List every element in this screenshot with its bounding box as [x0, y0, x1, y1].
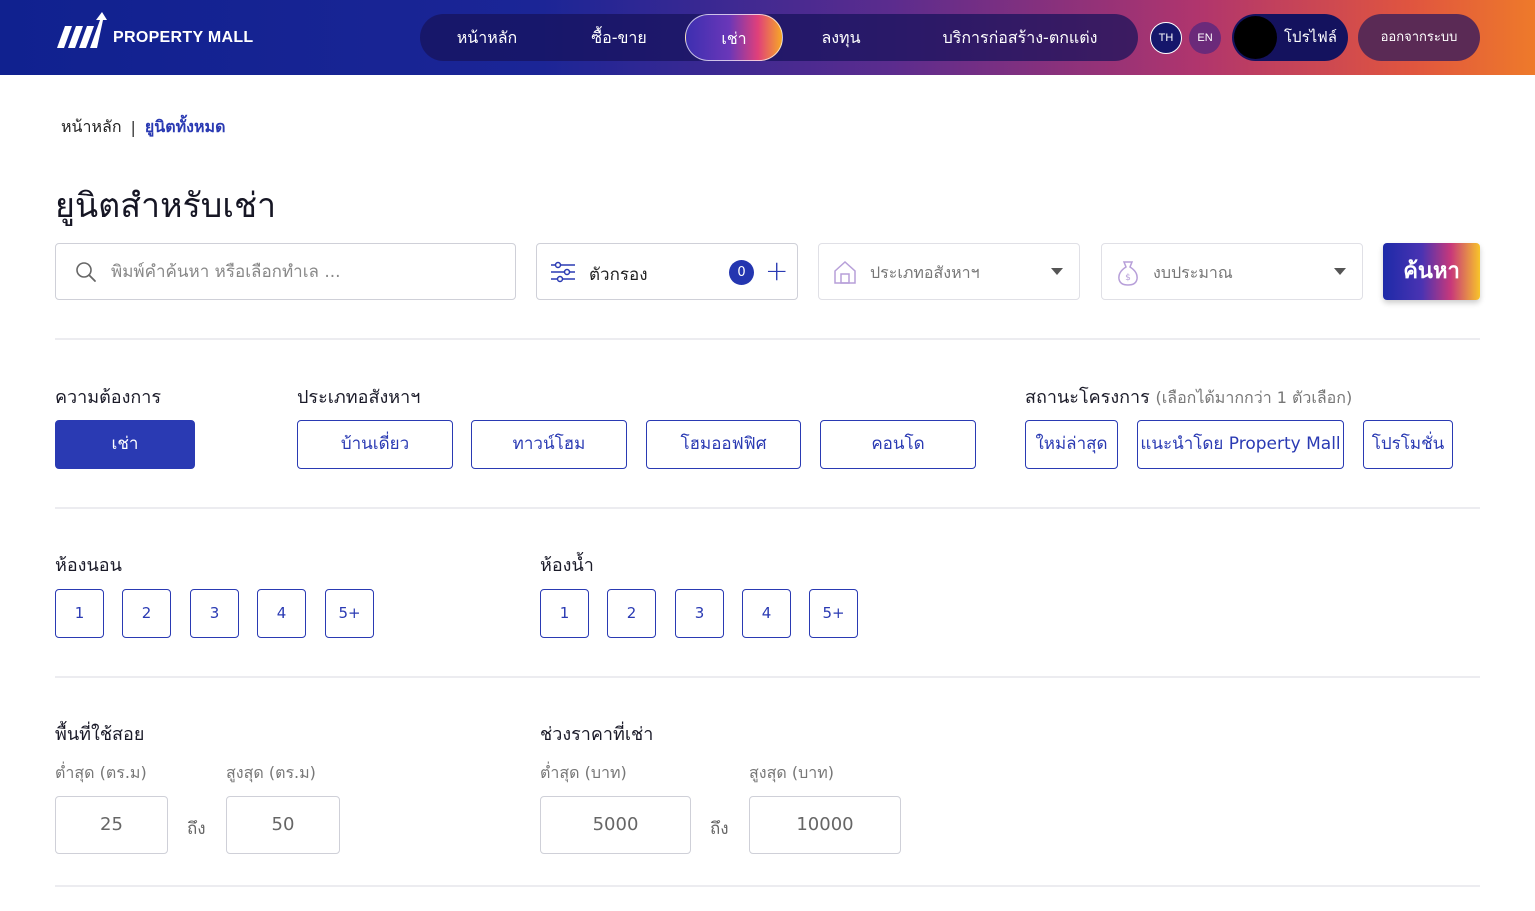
profile-label: โปรไฟล์: [1284, 28, 1337, 46]
chevron-down-icon: [1334, 268, 1346, 275]
house-icon: [834, 260, 856, 284]
breadcrumb: หน้าหลัก | ยูนิตทั้งหมด: [61, 115, 225, 140]
nav-rent[interactable]: เช่า: [685, 14, 783, 61]
bedroom-option[interactable]: 5+: [325, 589, 374, 638]
property-type-label: ประเภทอสังหาฯ: [297, 387, 421, 408]
bedroom-option[interactable]: 2: [122, 589, 171, 638]
plus-icon[interactable]: +: [765, 254, 788, 288]
breadcrumb-home[interactable]: หน้าหลัก: [61, 115, 122, 140]
price-label: ช่วงราคาที่เช่า: [540, 724, 654, 745]
bathroom-option[interactable]: 3: [675, 589, 724, 638]
project-status-note: (เลือกได้มากกว่า 1 ตัวเลือก): [1155, 388, 1353, 407]
bathroom-option[interactable]: 4: [742, 589, 791, 638]
money-bag-icon: $: [1118, 261, 1138, 286]
project-status-option[interactable]: แนะนำโดย Property Mall: [1137, 420, 1344, 469]
bathroom-option[interactable]: 2: [607, 589, 656, 638]
project-status-label: สถานะโครงการ (เลือกได้มากกว่า 1 ตัวเลือก…: [1025, 382, 1352, 411]
budget-placeholder: งบประมาณ: [1153, 263, 1233, 282]
logo-text: PROPERTY MALL: [113, 29, 254, 46]
logout-button[interactable]: ออกจากระบบ: [1358, 14, 1480, 61]
search-box: [55, 243, 516, 300]
breadcrumb-current: ยูนิตทั้งหมด: [144, 117, 226, 136]
divider: [55, 676, 1480, 678]
search-button[interactable]: ค้นหา: [1383, 243, 1480, 300]
filter-count-badge: 0: [729, 260, 754, 285]
bedroom-option[interactable]: 4: [257, 589, 306, 638]
budget-select[interactable]: $ งบประมาณ: [1101, 243, 1363, 300]
area-to-label: ถึง: [187, 819, 206, 839]
search-input[interactable]: [111, 244, 501, 299]
search-icon: [76, 262, 96, 282]
logo[interactable]: PROPERTY MALL: [55, 12, 254, 52]
area-max-input[interactable]: 50: [226, 796, 340, 854]
price-max-label: สูงสุด (บาท): [749, 763, 834, 782]
nav-buy-sell[interactable]: ซื้อ-ขาย: [580, 14, 658, 61]
avatar: [1234, 16, 1277, 59]
property-type-option[interactable]: บ้านเดี่ยว: [297, 420, 453, 469]
bathrooms-label: ห้องน้ำ: [540, 555, 594, 576]
divider: [55, 338, 1480, 340]
svg-text:$: $: [1125, 273, 1131, 283]
filter-button[interactable]: ตัวกรอง 0 +: [536, 243, 798, 300]
property-type-option[interactable]: คอนโด: [820, 420, 976, 469]
divider: [55, 885, 1480, 887]
price-min-label: ต่ำสุด (บาท): [540, 763, 627, 782]
area-max-label: สูงสุด (ตร.ม): [226, 763, 316, 782]
bedroom-option[interactable]: 3: [190, 589, 239, 638]
breadcrumb-separator: |: [130, 118, 136, 137]
lang-th-button[interactable]: TH: [1150, 22, 1182, 54]
bathroom-option[interactable]: 5+: [809, 589, 858, 638]
project-status-title: สถานะโครงการ: [1025, 387, 1150, 408]
profile-button[interactable]: โปรไฟล์: [1232, 14, 1348, 61]
page-title: ยูนิตสำหรับเช่า: [55, 186, 277, 226]
property-type-select[interactable]: ประเภทอสังหาฯ: [818, 243, 1080, 300]
bathroom-option[interactable]: 1: [540, 589, 589, 638]
nav-home[interactable]: หน้าหลัก: [448, 14, 526, 61]
price-max-input[interactable]: 10000: [749, 796, 901, 854]
price-to-label: ถึง: [710, 819, 729, 839]
property-type-placeholder: ประเภทอสังหาฯ: [870, 263, 980, 282]
need-option-rent[interactable]: เช่า: [55, 420, 195, 469]
property-type-option[interactable]: โฮมออฟฟิศ: [646, 420, 801, 469]
filter-label: ตัวกรอง: [589, 265, 648, 285]
top-header: PROPERTY MALL หน้าหลัก ซื้อ-ขาย เช่า ลงท…: [0, 0, 1535, 75]
lang-en-button[interactable]: EN: [1189, 22, 1221, 54]
sliders-icon: [551, 261, 575, 283]
price-min-input[interactable]: 5000: [540, 796, 691, 854]
area-min-label: ต่ำสุด (ตร.ม): [55, 763, 147, 782]
property-type-option[interactable]: ทาวน์โฮม: [471, 420, 627, 469]
chevron-down-icon: [1051, 268, 1063, 275]
area-min-input[interactable]: 25: [55, 796, 168, 854]
nav-construction[interactable]: บริการก่อสร้าง-ตกแต่ง: [930, 14, 1110, 61]
bedroom-option[interactable]: 1: [55, 589, 104, 638]
project-status-option[interactable]: ใหม่ล่าสุด: [1025, 420, 1118, 469]
divider: [55, 507, 1480, 509]
nav-invest[interactable]: ลงทุน: [810, 14, 872, 61]
need-label: ความต้องการ: [55, 387, 162, 408]
area-label: พื้นที่ใช้สอย: [55, 724, 145, 745]
logo-icon: [57, 12, 107, 48]
bedrooms-label: ห้องนอน: [55, 555, 122, 576]
main-nav: หน้าหลัก ซื้อ-ขาย เช่า ลงทุน บริการก่อสร…: [420, 14, 1138, 61]
project-status-option[interactable]: โปรโมชั่น: [1363, 420, 1453, 469]
